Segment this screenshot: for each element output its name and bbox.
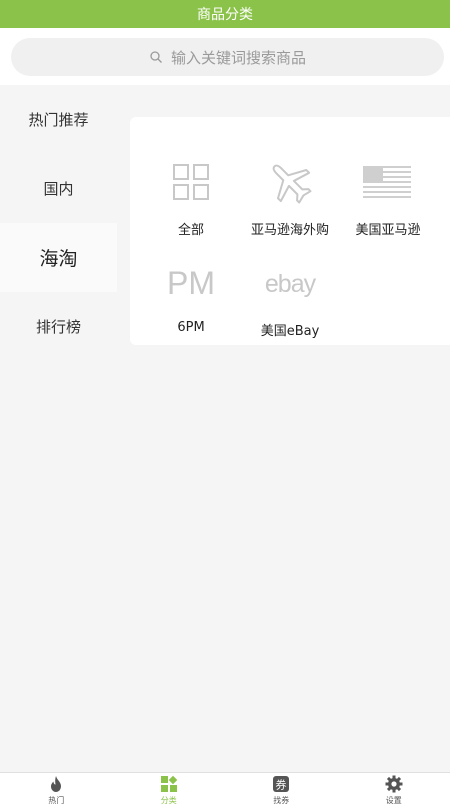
search-icon [149, 50, 163, 64]
gear-icon [385, 775, 403, 793]
category-item-all[interactable]: 全部 [136, 157, 246, 249]
nav-item-hot[interactable]: 热门 [0, 773, 113, 808]
nav-item-coupon[interactable]: 券 找券 [225, 773, 338, 808]
nav-label: 热门 [48, 796, 65, 805]
page-title: 商品分类 [197, 7, 253, 23]
category-label: 全部 [177, 223, 204, 238]
category-item-amazon-us[interactable]: 美国亚马逊 [333, 157, 443, 249]
category-sidebar: 热门推荐 国内 海淘 排行榜 [0, 85, 117, 361]
nav-label: 分类 [160, 796, 177, 805]
nav-label: 设置 [385, 796, 402, 805]
search-placeholder: 输入关键词搜索商品 [170, 48, 306, 67]
sidebar-item-domestic[interactable]: 国内 [0, 154, 117, 223]
grid-icon [151, 157, 231, 207]
category-label: 亚马逊海外购 [250, 223, 329, 238]
category-label: 6PM [177, 320, 205, 335]
sidebar-item-label: 排行榜 [35, 318, 81, 336]
category-item-amazon-global[interactable]: 亚马逊海外购 [235, 157, 345, 249]
page-header: 商品分类 [0, 0, 450, 28]
category-item-6pm[interactable]: PM 6PM [136, 258, 246, 350]
airplane-icon [250, 157, 330, 207]
nav-item-settings[interactable]: 设置 [338, 773, 450, 808]
search-input[interactable]: 输入关键词搜索商品 [11, 38, 444, 76]
6pm-logo: PM [151, 258, 231, 308]
flame-icon [47, 775, 65, 793]
category-label: 美国eBay [260, 324, 320, 339]
category-panel: 全部 亚马逊海外购 美国亚马逊 PM 6PM ebay 美国eBay [130, 117, 450, 345]
coupon-icon: 券 [272, 775, 290, 793]
6pm-logo-text: PM [167, 265, 215, 301]
sidebar-item-ranking[interactable]: 排行榜 [0, 292, 117, 361]
category-icon [160, 775, 178, 793]
nav-label: 找券 [273, 796, 290, 805]
sidebar-item-label: 热门推荐 [28, 111, 89, 129]
category-label: 美国亚马逊 [355, 223, 421, 238]
nav-item-category[interactable]: 分类 [113, 773, 226, 808]
search-bar: 输入关键词搜索商品 [0, 28, 450, 85]
sidebar-item-overseas[interactable]: 海淘 [0, 223, 117, 292]
sidebar-item-label: 海淘 [39, 248, 78, 270]
sidebar-item-hot[interactable]: 热门推荐 [0, 85, 117, 154]
sidebar-item-label: 国内 [43, 180, 74, 198]
app-root: 商品分类 输入关键词搜索商品 热门推荐 国内 海淘 排行榜 全部 亚马逊海外购 … [0, 0, 450, 808]
coupon-badge-text: 券 [276, 778, 287, 792]
ebay-logo: ebay [250, 258, 330, 308]
bottom-nav: 热门 分类 券 找券 设置 [0, 772, 450, 808]
us-flag-icon [348, 157, 428, 207]
ebay-logo-text: ebay [265, 270, 317, 298]
category-item-ebay[interactable]: ebay 美国eBay [235, 258, 345, 350]
